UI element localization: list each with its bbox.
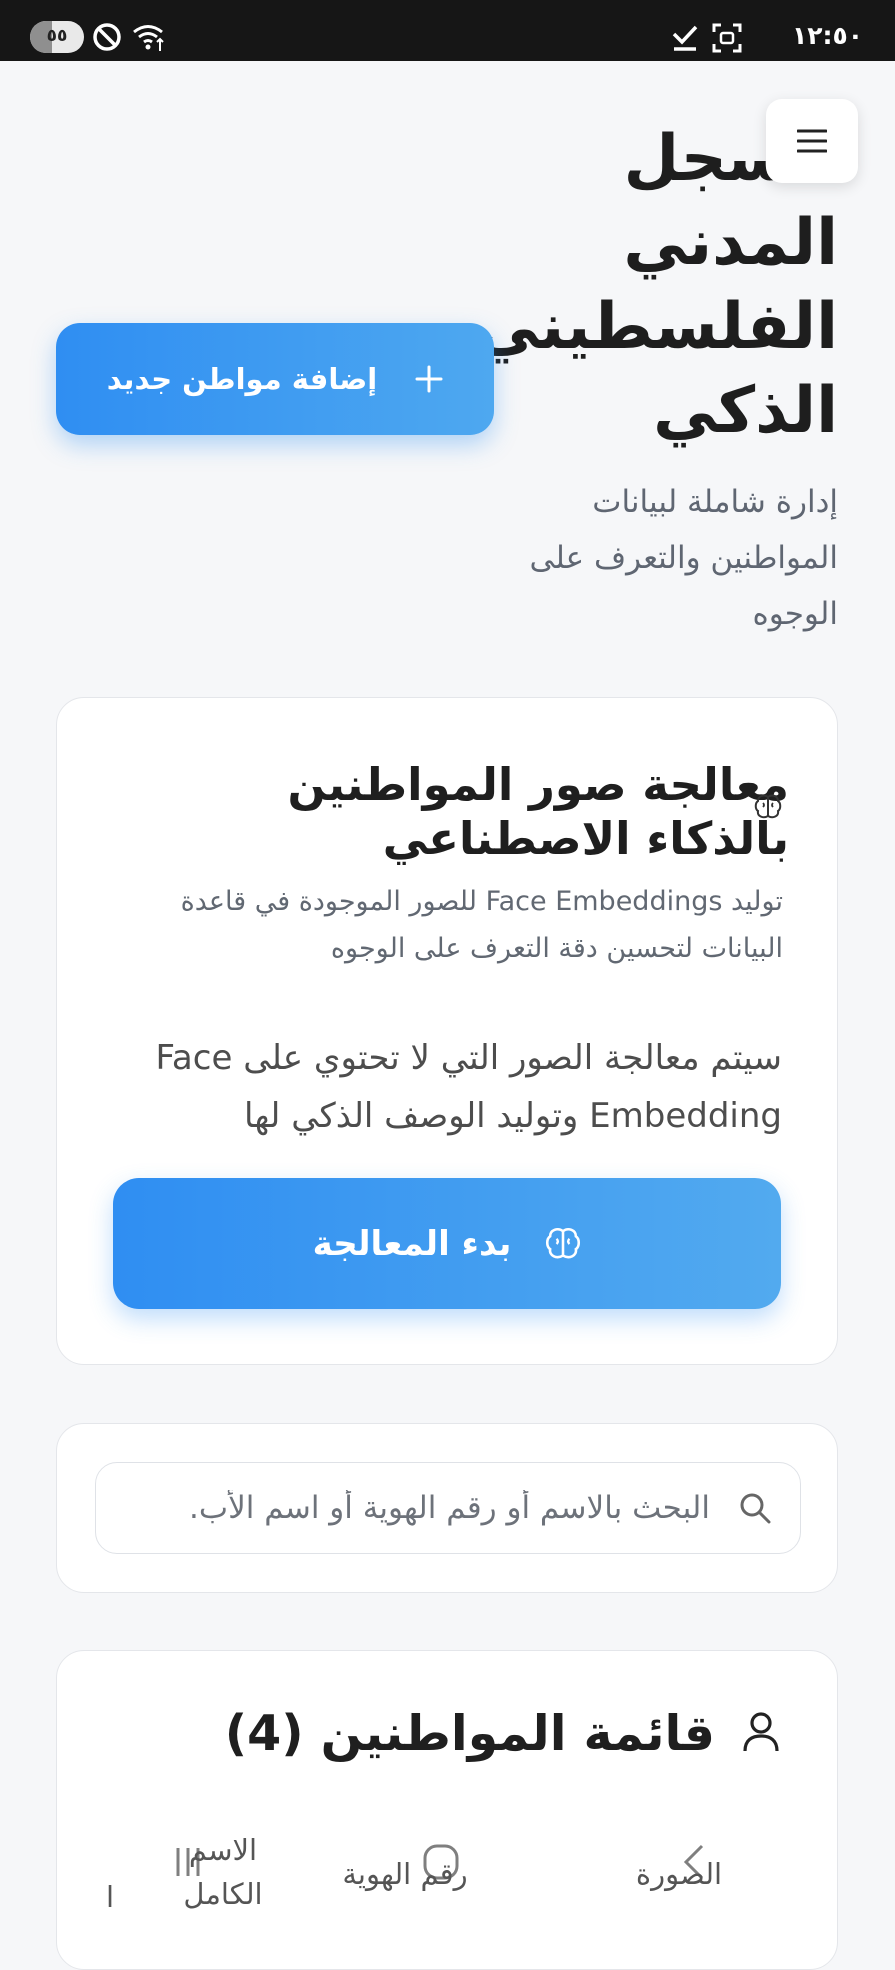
start-processing-label: بدء المعالجة: [312, 1223, 512, 1264]
ai-card-description: توليد Face Embeddings للصور الموجودة في …: [180, 886, 783, 964]
column-header-extra[interactable]: ا: [100, 1875, 120, 1919]
search-box[interactable]: [95, 1462, 801, 1554]
home-nav-icon[interactable]: [421, 1842, 461, 1882]
page-subtitle: إدارة شاملة لبيانات المواطنين والتعرف عل…: [529, 484, 838, 632]
citizens-list-card: [56, 1650, 838, 1970]
menu-button[interactable]: [766, 99, 858, 183]
do-not-disturb-icon: [93, 23, 121, 51]
add-citizen-button-label: إضافة مواطن جديد: [106, 362, 378, 396]
start-processing-button[interactable]: بدء المعالجة: [113, 1178, 781, 1309]
brain-icon: [754, 794, 782, 819]
search-icon: [740, 1493, 771, 1524]
ai-card-info: سيتم معالجة الصور التي لا تحتوي على Face…: [155, 1038, 783, 1136]
battery-level: ٥٥: [46, 26, 68, 46]
brain-icon: [546, 1227, 581, 1258]
clock: ١٢:٥٠: [791, 21, 863, 50]
back-nav-icon[interactable]: [678, 1842, 708, 1882]
user-icon: [743, 1712, 779, 1752]
citizens-list-title: قائمة المواطنين (4): [224, 1705, 715, 1762]
add-citizen-button[interactable]: إضافة مواطن جديد: [56, 323, 494, 435]
wifi-icon: [133, 25, 164, 51]
download-done-icon: [672, 25, 698, 51]
recent-apps-nav-icon[interactable]: [172, 1844, 208, 1880]
plus-icon: [415, 365, 443, 393]
column-header-id-number[interactable]: رقم الهوية: [320, 1852, 490, 1896]
status-bar: ٥٥ ١٢:٥٠: [0, 0, 895, 61]
battery-indicator: ٥٥: [30, 21, 84, 53]
search-input[interactable]: [118, 1463, 712, 1553]
menu-icon: [797, 129, 827, 153]
screenshot-icon: [712, 23, 742, 53]
ai-card-title: معالجة صور المواطنين بالذكاء الاصطناعي: [287, 758, 789, 865]
